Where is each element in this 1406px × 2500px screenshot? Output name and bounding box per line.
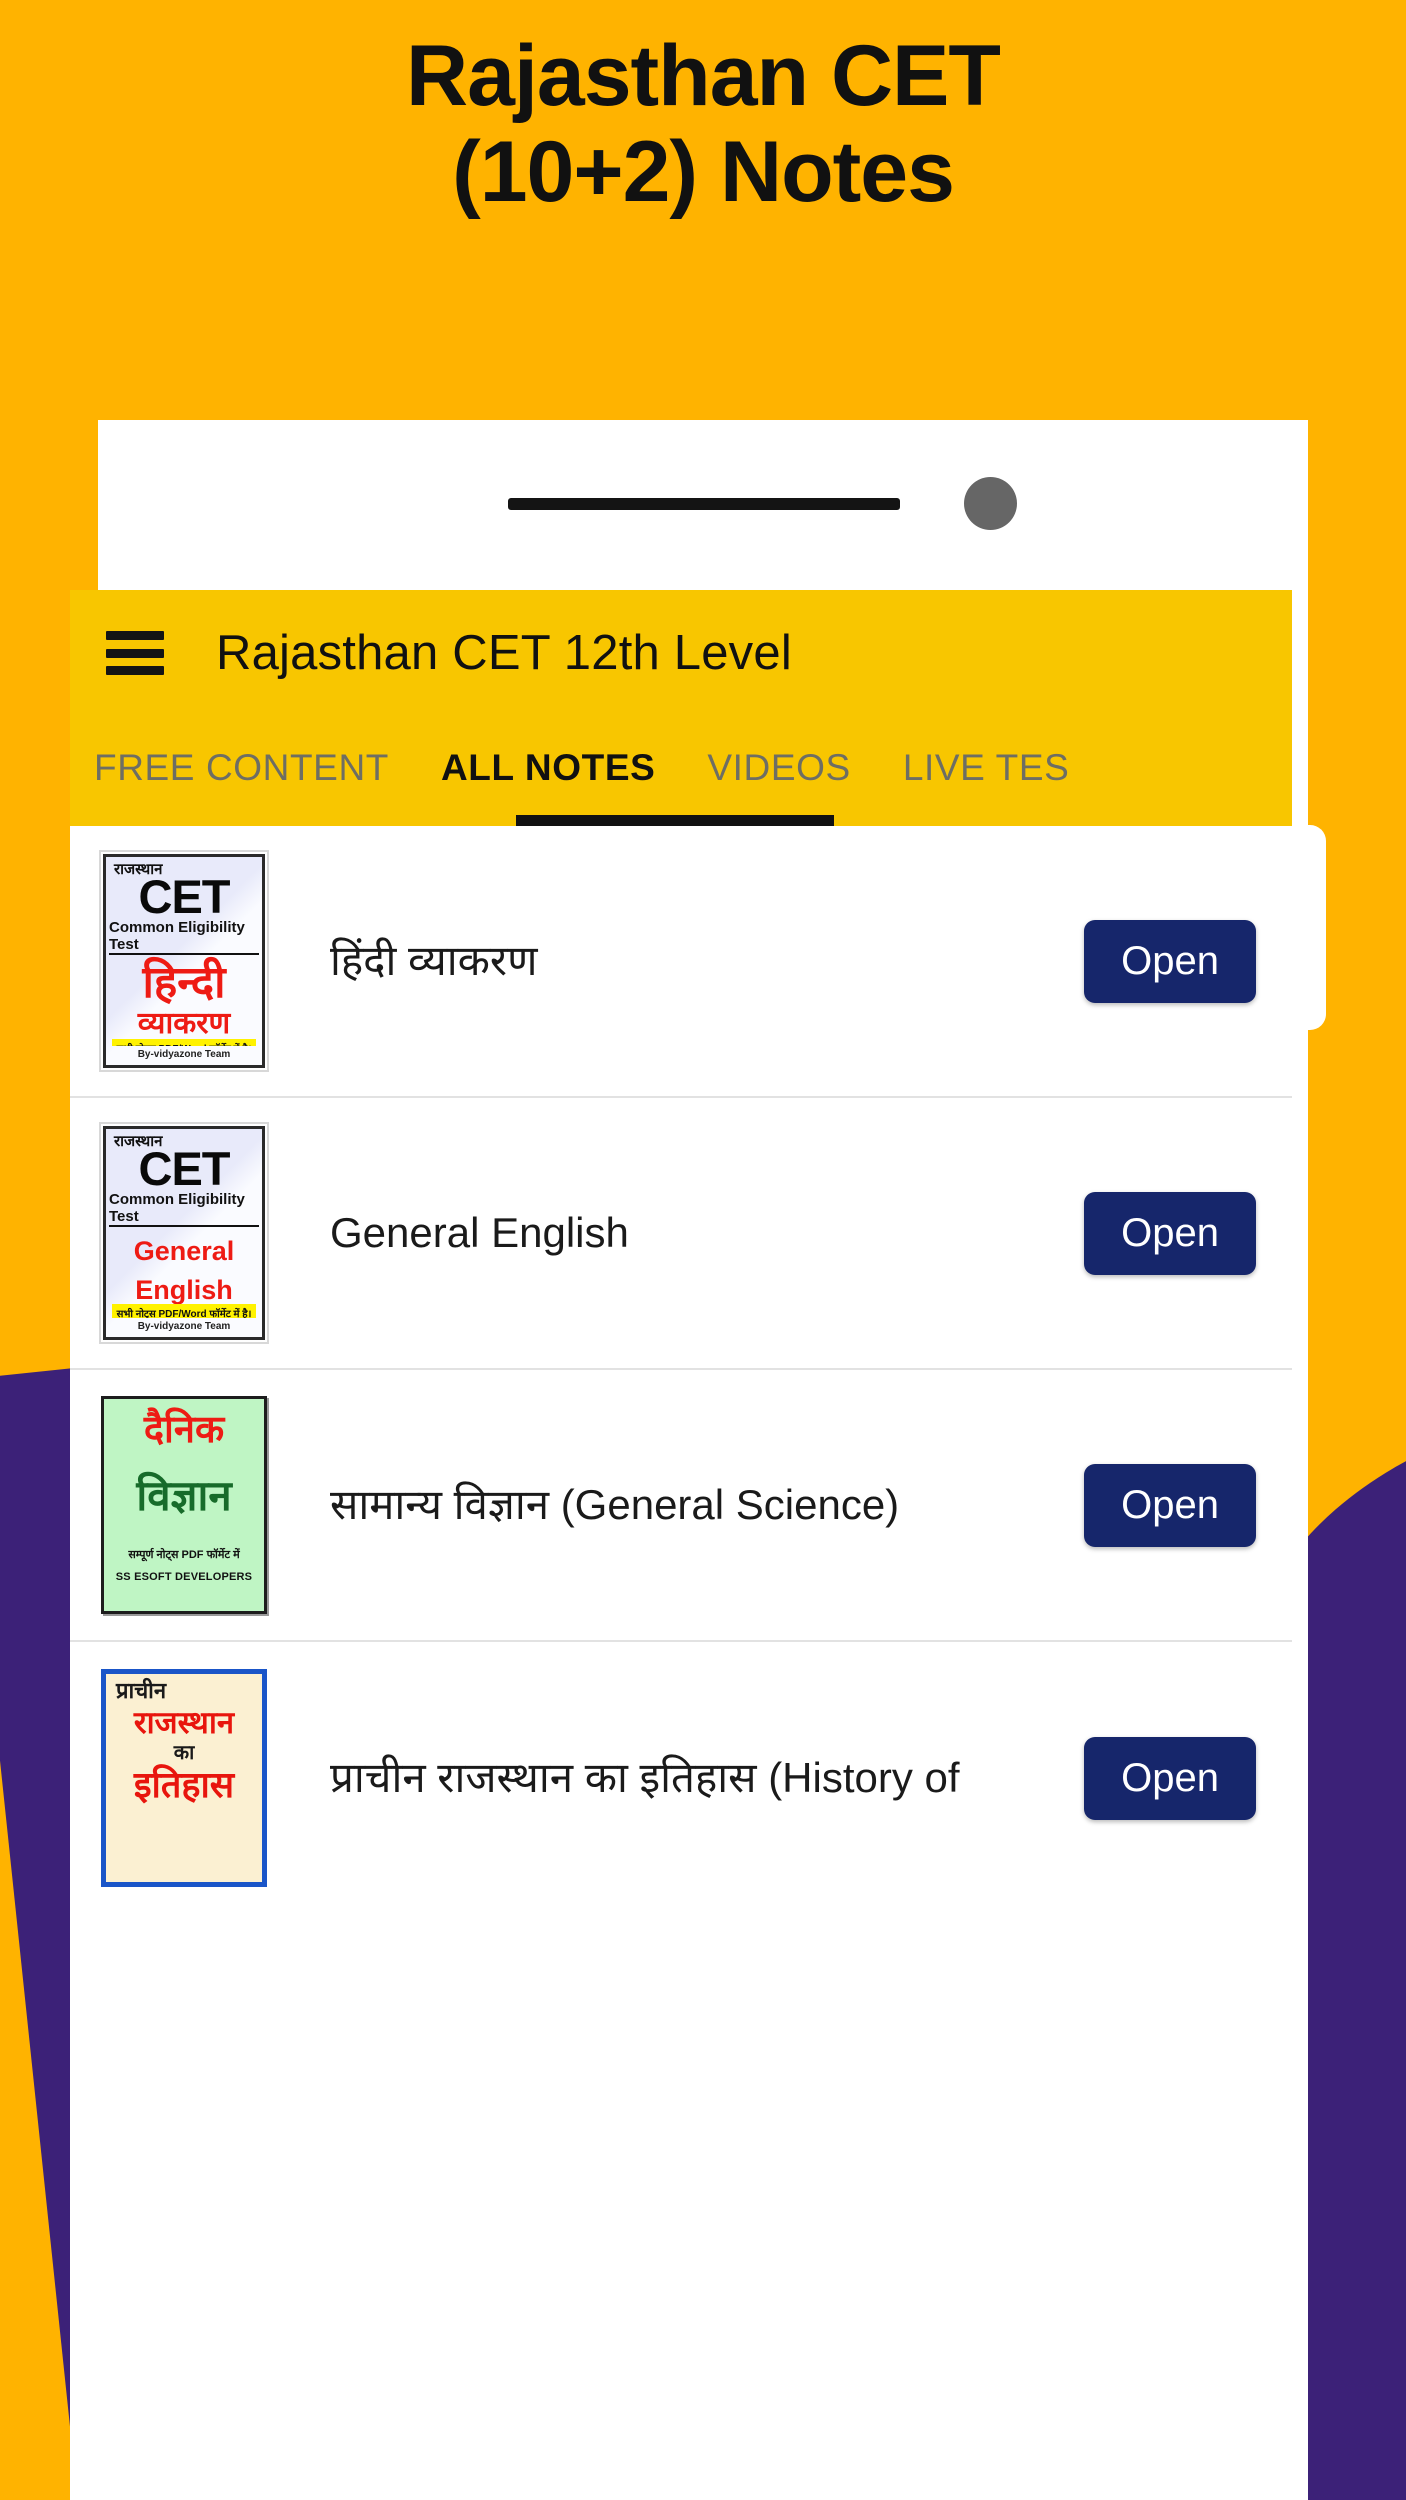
phone-mockup: Rajasthan CET 12th Level FREE CONTENT AL… [70,420,1326,2500]
promo-headline-line-1: Rajasthan CET [406,28,1001,124]
notes-list: राजस्थान CET Common Eligibility Test हिन… [70,826,1292,1914]
cover-subtitle-text: Common Eligibility Test [109,919,259,956]
phone-side-button [1306,825,1326,1030]
open-button[interactable]: Open [1084,1736,1256,1820]
cover-highlight-band: सभी नोट्स PDF/Word फॉर्मेट में है। [112,1039,256,1046]
promo-canvas: Rajasthan CET (10+2) Notes Rajasthan CET… [0,0,1406,2500]
earpiece-speaker-icon [508,498,900,510]
cover-cet-text: CET [138,1142,231,1195]
app-screen: Rajasthan CET 12th Level FREE CONTENT AL… [70,590,1292,2500]
open-button[interactable]: Open [1084,1463,1256,1547]
note-thumbnail-wrap: दैनिक विज्ञान सम्पूर्ण नोट्स PDF फॉर्मेट… [100,1396,268,1614]
phone-top-bezel [98,420,1308,590]
hamburger-menu-icon[interactable] [106,631,164,675]
app-bar: Rajasthan CET 12th Level [70,590,1292,716]
cover-main-text-1: हिन्दी [142,958,226,1008]
note-list-item[interactable]: दैनिक विज्ञान सम्पूर्ण नोट्स PDF फॉर्मेट… [70,1370,1292,1642]
note-cover-image-ancient-rajasthan-history: प्राचीन राजस्थान का इतिहास [101,1669,267,1887]
promo-headline: Rajasthan CET (10+2) Notes [0,28,1406,221]
note-title: General English [330,1209,629,1257]
tab-videos[interactable]: VIDEOS [707,747,850,795]
note-title: हिंदी व्याकरण [330,937,538,985]
cover-subtitle-text: सम्पूर्ण नोट्स PDF फॉर्मेट में [128,1549,240,1561]
cover-main-text-2: विज्ञान [136,1472,232,1519]
note-cover-image-general-english: राजस्थान CET Common Eligibility Test Gen… [101,1124,267,1342]
cover-credit-text: SS ESOFT DEVELOPERS [115,1571,253,1584]
note-title: प्राचीन राजस्थान का इतिहास (History of [330,1754,960,1802]
cover-main-text-2: English [135,1274,233,1305]
tab-free-content[interactable]: FREE CONTENT [94,747,389,795]
note-cover-image-hindi-vyakaran: राजस्थान CET Common Eligibility Test हिन… [101,852,267,1070]
open-button[interactable]: Open [1084,1191,1256,1275]
promo-headline-line-2: (10+2) Notes [452,124,955,221]
front-camera-icon [964,477,1017,530]
tab-all-notes[interactable]: ALL NOTES [441,747,655,795]
open-button[interactable]: Open [1084,919,1256,1003]
active-tab-indicator [516,815,834,826]
cover-main-text-2: व्याकरण [137,1007,231,1041]
note-list-item[interactable]: राजस्थान CET Common Eligibility Test हिन… [70,826,1292,1098]
note-thumbnail-wrap: राजस्थान CET Common Eligibility Test Gen… [100,1124,268,1342]
cover-cet-text: CET [138,870,231,923]
cover-main-text-1: General [133,1236,235,1267]
cover-main-text-1: राजस्थान [133,1705,235,1740]
cover-subtitle-text: Common Eligibility Test [109,1191,259,1228]
cover-credit-text: By-vidyazone Team [137,1049,231,1060]
note-list-item[interactable]: राजस्थान CET Common Eligibility Test Gen… [70,1098,1292,1370]
note-cover-image-general-science: दैनिक विज्ञान सम्पूर्ण नोट्स PDF फॉर्मेट… [101,1396,267,1614]
cover-mid-text: का [173,1742,195,1764]
cover-credit-text: By-vidyazone Team [137,1321,231,1332]
note-list-item[interactable]: प्राचीन राजस्थान का इतिहास प्राचीन राजस्… [70,1642,1292,1914]
tab-bar: FREE CONTENT ALL NOTES VIDEOS LIVE TES [70,716,1292,826]
cover-top-text: प्राचीन [116,1678,167,1703]
cover-main-text-2: इतिहास [133,1764,235,1805]
note-thumbnail-wrap: प्राचीन राजस्थान का इतिहास [100,1669,268,1887]
app-bar-title: Rajasthan CET 12th Level [216,626,792,680]
tab-live-test[interactable]: LIVE TES [903,747,1070,795]
note-thumbnail-wrap: राजस्थान CET Common Eligibility Test हिन… [100,852,268,1070]
cover-highlight-band: सभी नोट्स PDF/Word फॉर्मेट में है। [112,1303,256,1318]
note-title: सामान्य विज्ञान (General Science) [330,1481,900,1529]
cover-main-text-1: दैनिक [143,1409,225,1451]
